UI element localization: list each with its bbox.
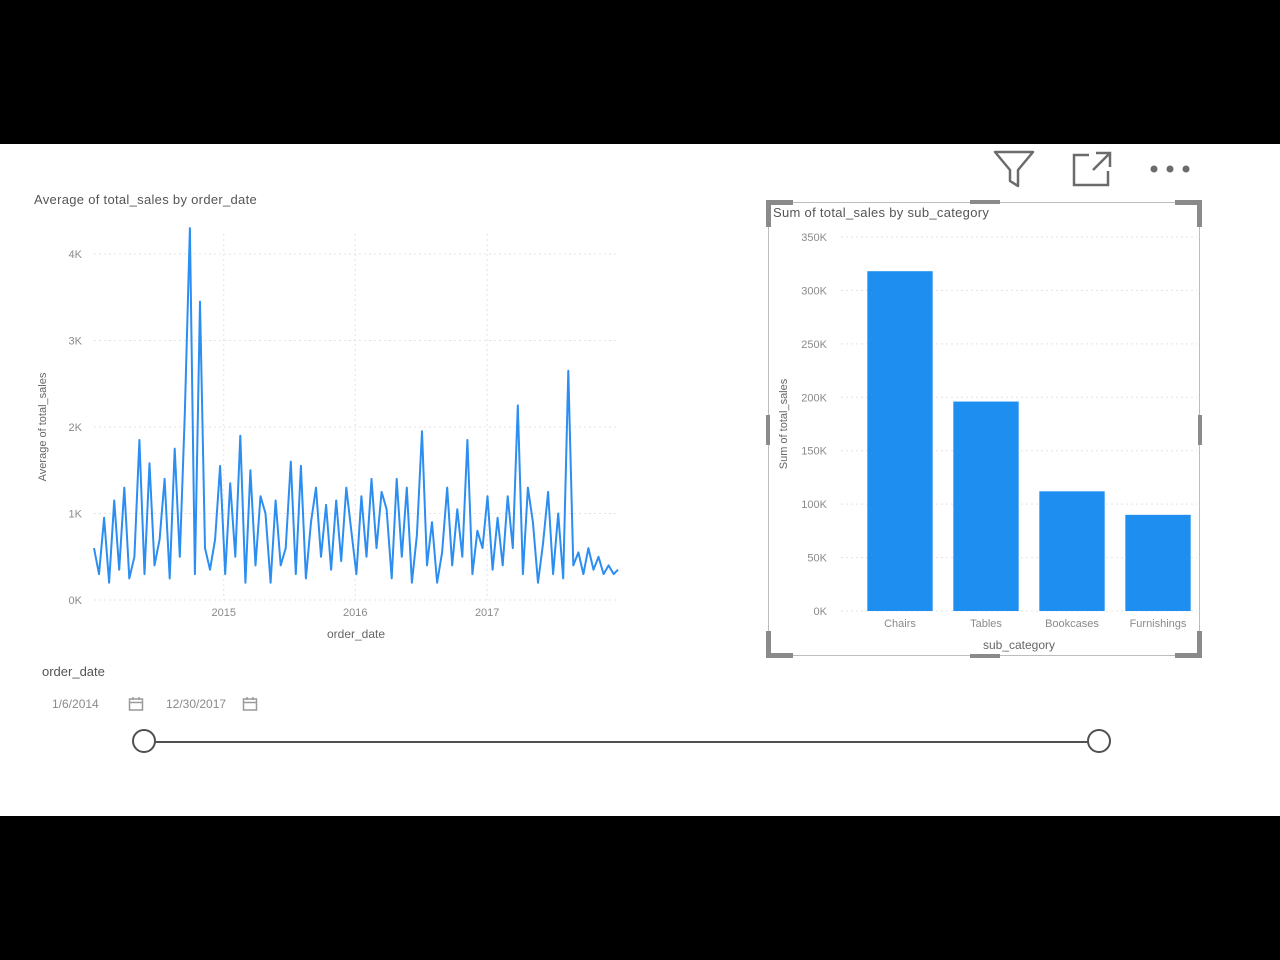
y-tick-label: 300K	[801, 285, 827, 297]
end-date-input[interactable]: 12/30/2017	[156, 690, 264, 718]
y-axis-label: Sum of total_sales	[778, 378, 790, 469]
series-line	[93, 227, 619, 584]
x-tick-label: Tables	[970, 618, 1002, 630]
resize-corner-top-left[interactable]	[766, 200, 793, 227]
report-canvas: Average of total_sales by order_date 0K 1…	[0, 144, 1280, 816]
start-date-value: 1/6/2014	[52, 697, 99, 711]
y-tick-label: 1K	[69, 509, 83, 521]
x-axis-label: sub_category	[983, 638, 1055, 652]
y-tick-label: 250K	[801, 339, 827, 351]
focus-mode-button[interactable]	[1070, 148, 1114, 190]
bar	[953, 401, 1019, 611]
y-tick-label: 2K	[69, 422, 83, 434]
end-date-value: 12/30/2017	[166, 697, 227, 711]
focus-mode-icon	[1072, 151, 1112, 187]
resize-handle-left[interactable]	[766, 415, 770, 445]
line-chart[interactable]: 0K 1K 2K 3K 4K 2015 2016 2017 order_date Average …	[24, 214, 624, 644]
calendar-icon[interactable]	[128, 696, 144, 712]
start-date-input[interactable]: 1/6/2014	[42, 690, 150, 718]
y-tick-label: 4K	[69, 249, 83, 261]
y-tick-label: 3K	[69, 336, 83, 348]
x-tick-label: Chairs	[884, 618, 916, 630]
filter-button[interactable]	[992, 148, 1036, 190]
y-tick-label: 100K	[801, 499, 827, 511]
y-tick-label: 350K	[801, 232, 827, 244]
x-axis-label: order_date	[327, 627, 385, 641]
x-tick-label: Bookcases	[1045, 618, 1099, 630]
resize-corner-top-right[interactable]	[1175, 200, 1202, 227]
x-tick-label: 2015	[211, 607, 235, 619]
y-tick-label: 200K	[801, 392, 827, 404]
resize-handle-top[interactable]	[970, 200, 1000, 204]
x-tick-label: 2016	[343, 607, 367, 619]
resize-corner-bottom-right[interactable]	[1175, 631, 1202, 658]
slider-start-handle[interactable]	[132, 729, 156, 753]
bar	[1039, 491, 1105, 611]
visual-header-toolbar	[992, 148, 1192, 190]
resize-handle-bottom[interactable]	[970, 654, 1000, 658]
resize-corner-bottom-left[interactable]	[766, 631, 793, 658]
y-tick-label: 50K	[807, 553, 827, 565]
bar	[867, 271, 933, 611]
calendar-icon[interactable]	[242, 696, 258, 712]
bar-chart-title: Sum of total_sales by sub_category	[773, 205, 990, 220]
bar	[1125, 514, 1191, 611]
bar-chart-visual[interactable]: 0K 50K 100K 150K 200K 250K 300K 350K Chairs Table…	[766, 200, 1202, 658]
date-range-slider-track[interactable]	[144, 741, 1099, 743]
slider-end-handle[interactable]	[1087, 729, 1111, 753]
line-chart-title: Average of total_sales by order_date	[34, 192, 258, 207]
y-tick-label: 0K	[69, 595, 83, 607]
slicer-title: order_date	[42, 664, 105, 679]
y-tick-label: 150K	[801, 446, 827, 458]
y-axis-label: Average of total_sales	[37, 372, 49, 481]
bar-chart[interactable]: 0K 50K 100K 150K 200K 250K 300K 350K Chairs Table…	[769, 203, 1201, 657]
resize-handle-right[interactable]	[1198, 415, 1202, 445]
x-tick-label: Furnishings	[1130, 618, 1187, 630]
x-tick-label: 2017	[475, 607, 499, 619]
y-tick-label: 0K	[814, 606, 828, 618]
filter-icon	[993, 150, 1035, 188]
more-options-icon	[1150, 165, 1190, 173]
more-options-button[interactable]	[1148, 148, 1192, 190]
